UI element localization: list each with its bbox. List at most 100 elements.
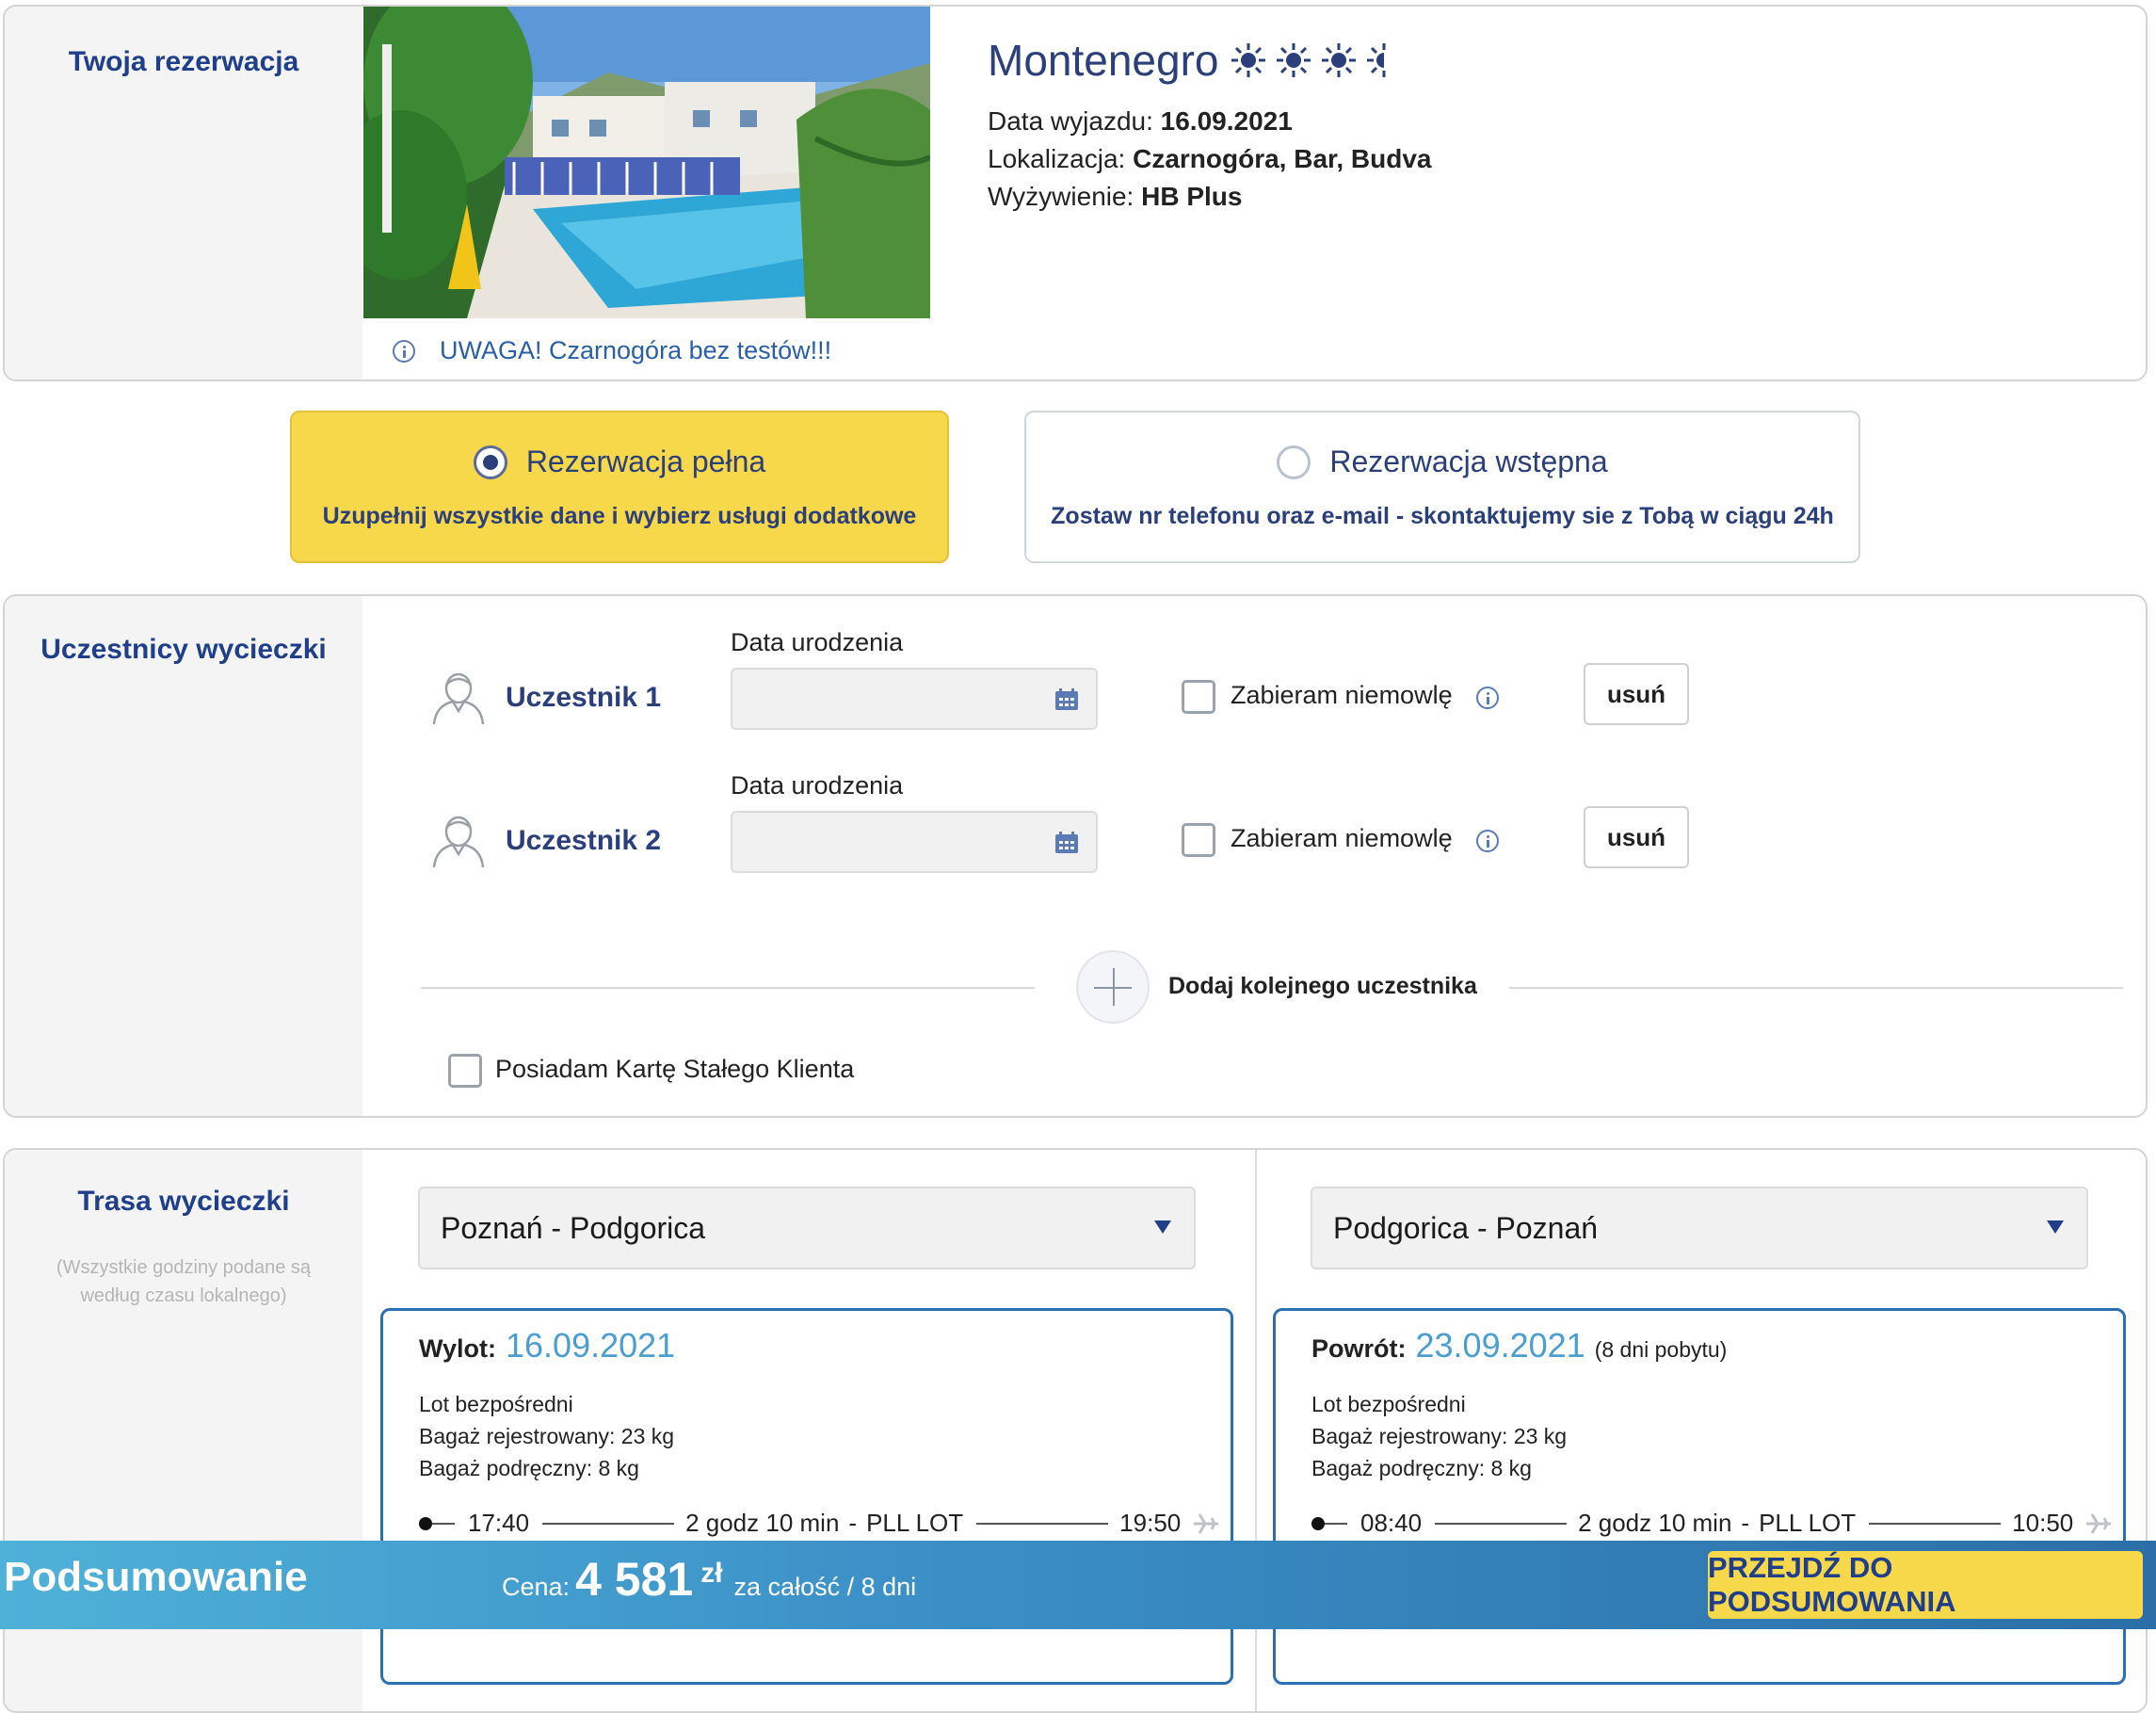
departure-dot-icon (1311, 1516, 1325, 1530)
half-sun-icon (1366, 43, 1385, 77)
participant-2-dob-input[interactable] (731, 811, 1098, 873)
inbound-line-1: Lot bezpośredni (1311, 1392, 1466, 1416)
alert-text[interactable]: UWAGA! Czarnogóra bez testów!!! (440, 336, 831, 365)
outbound-sep: - (848, 1509, 858, 1537)
info-icon[interactable] (1476, 687, 1499, 709)
radio-unselected-icon[interactable] (1277, 444, 1311, 479)
add-participant-icon[interactable] (1076, 950, 1150, 1024)
inbound-extra: (8 dni pobytu) (1594, 1337, 1728, 1362)
info-icon[interactable] (1476, 830, 1499, 852)
reservation-panel: Twoja rezerwacja UWAGA! Czarnogóra bez t… (3, 5, 2148, 381)
participant-2-infant-label[interactable]: Zabieram niemowlę (1231, 824, 1453, 853)
departure-dot-icon (419, 1516, 432, 1530)
participant-1-dob-input[interactable] (731, 668, 1098, 730)
participant-1-name: Uczestnik 1 (506, 682, 662, 713)
booking-option-full-label: Rezerwacja pełna (525, 444, 766, 478)
price-value: 4 581 (575, 1553, 694, 1606)
inbound-sep: - (1741, 1509, 1750, 1537)
participants-panel: Uczestnicy wycieczki Uczestnik 1 Data ur… (3, 594, 2148, 1118)
route-time-note: (Wszystkie godziny podane są według czas… (56, 1257, 312, 1306)
summary-price: Cena: 4 581 zł za całość / 8 dni (502, 1552, 916, 1607)
person-icon (432, 816, 485, 868)
location-value: Czarnogóra, Bar, Budva (1133, 144, 1432, 173)
participant-1: Uczestnik 1 (428, 670, 661, 726)
booking-option-full-subtitle: Uzupełnij wszystkie dane i wybierz usług… (322, 503, 917, 529)
dropdown-arrow-icon (1154, 1220, 1171, 1234)
price-currency: zł (700, 1558, 723, 1589)
participant-2: Uczestnik 2 (428, 813, 661, 869)
loyalty-card-label[interactable]: Posiadam Kartę Stałego Klienta (495, 1055, 854, 1084)
info-icon (393, 339, 415, 363)
hotel-photo-image (363, 7, 930, 318)
hotel-name[interactable]: Montenegro (988, 35, 1219, 86)
calendar-icon[interactable] (1054, 688, 1079, 711)
departure-date-line: Data wyjazdu: 16.09.2021 (988, 106, 1293, 137)
booking-option-full-title: Rezerwacja pełna (292, 444, 947, 479)
outbound-date: 16.09.2021 (506, 1326, 676, 1365)
booking-option-full[interactable]: Rezerwacja pełna Uzupełnij wszystkie dan… (290, 411, 949, 563)
divider-left (421, 987, 1035, 989)
board-label: Wyżywienie: (988, 182, 1134, 211)
inbound-flight-header: Powrót: 23.09.2021 (8 dni pobytu) (1311, 1326, 1727, 1366)
inbound-dep-time: 08:40 (1360, 1509, 1423, 1537)
inbound-arr-time: 10:50 (2012, 1509, 2074, 1537)
price-label: Cena: (502, 1573, 571, 1601)
plane-icon (2086, 1512, 2112, 1534)
inbound-head-label: Powrót: (1311, 1334, 1407, 1363)
participant-1-infant-checkbox[interactable] (1182, 680, 1215, 714)
person-icon (432, 672, 485, 725)
booking-option-pre-label: Rezerwacja wstępna (1329, 444, 1608, 478)
sun-rating (1231, 42, 1389, 78)
inbound-carrier: PLL LOT (1759, 1509, 1857, 1537)
board-value: HB Plus (1141, 182, 1243, 211)
sun-icon (1321, 43, 1356, 77)
inbound-date: 23.09.2021 (1415, 1326, 1585, 1365)
inbound-duration: 2 godz 10 min (1578, 1509, 1732, 1537)
reservation-section-title: Twoja rezerwacja (68, 46, 299, 77)
outbound-line-3: Bagaż podręczny: 8 kg (419, 1456, 639, 1480)
dropdown-arrow-icon (2047, 1220, 2064, 1234)
board-line: Wyżywienie: HB Plus (988, 182, 1242, 212)
participant-2-name: Uczestnik 2 (506, 825, 662, 856)
outbound-timeline: 17:40 2 godz 10 min - PLL LOT 19:50 (419, 1509, 1220, 1538)
participants-sidebar (5, 596, 362, 1116)
outbound-flight-header: Wylot: 16.09.2021 (419, 1326, 684, 1366)
add-participant-label[interactable]: Dodaj kolejnego uczestnika (1168, 973, 1477, 1000)
inbound-route-value: Podgorica - Poznań (1333, 1210, 1599, 1245)
go-to-summary-button[interactable]: PRZEJDŹ DO PODSUMOWANIA (1708, 1551, 2143, 1619)
booking-option-pre-subtitle: Zostaw nr telefonu oraz e-mail - skontak… (1051, 503, 1834, 529)
reservation-alert: UWAGA! Czarnogóra bez testów!!! (393, 336, 831, 365)
sun-icon (1276, 43, 1311, 77)
sun-icon (1231, 43, 1265, 77)
summary-bar: Podsumowanie Cena: 4 581 zł za całość / … (0, 1541, 2156, 1629)
departure-date-value: 16.09.2021 (1160, 106, 1293, 136)
outbound-dep-time: 17:40 (468, 1509, 530, 1537)
participant-1-remove-button[interactable]: usuń (1584, 663, 1689, 725)
outbound-duration: 2 godz 10 min (685, 1509, 840, 1537)
hotel-title: Montenegro (988, 35, 1389, 86)
participant-2-remove-button[interactable]: usuń (1584, 806, 1689, 868)
hotel-photo[interactable] (363, 7, 930, 318)
outbound-carrier: PLL LOT (866, 1509, 964, 1537)
outbound-arr-time: 19:50 (1119, 1509, 1182, 1537)
loyalty-card-checkbox[interactable] (448, 1054, 482, 1088)
calendar-icon[interactable] (1054, 832, 1079, 854)
price-suffix: za całość / 8 dni (733, 1573, 917, 1601)
radio-selected-icon[interactable] (473, 444, 507, 479)
inbound-line-2: Bagaż rejestrowany: 23 kg (1311, 1424, 1568, 1448)
participant-2-infant-checkbox[interactable] (1182, 823, 1215, 857)
outbound-line-2: Bagaż rejestrowany: 23 kg (419, 1424, 675, 1448)
departure-date-label: Data wyjazdu: (988, 106, 1153, 136)
location-line: Lokalizacja: Czarnogóra, Bar, Budva (988, 144, 1432, 174)
booking-option-pre[interactable]: Rezerwacja wstępna Zostaw nr telefonu or… (1024, 411, 1860, 563)
outbound-line-1: Lot bezpośredni (419, 1392, 573, 1416)
divider-right (1509, 987, 2123, 989)
inbound-line-3: Bagaż podręczny: 8 kg (1311, 1456, 1532, 1480)
inbound-route-select[interactable]: Podgorica - Poznań (1311, 1187, 2088, 1269)
participants-section-title: Uczestnicy wycieczki (40, 634, 327, 665)
outbound-route-select[interactable]: Poznań - Podgorica (418, 1187, 1196, 1269)
plane-icon (1194, 1512, 1219, 1534)
participant-1-infant-label[interactable]: Zabieram niemowlę (1231, 681, 1453, 710)
inbound-timeline: 08:40 2 godz 10 min - PLL LOT 10:50 (1311, 1509, 2113, 1538)
participant-2-dob-label: Data urodzenia (731, 771, 904, 800)
